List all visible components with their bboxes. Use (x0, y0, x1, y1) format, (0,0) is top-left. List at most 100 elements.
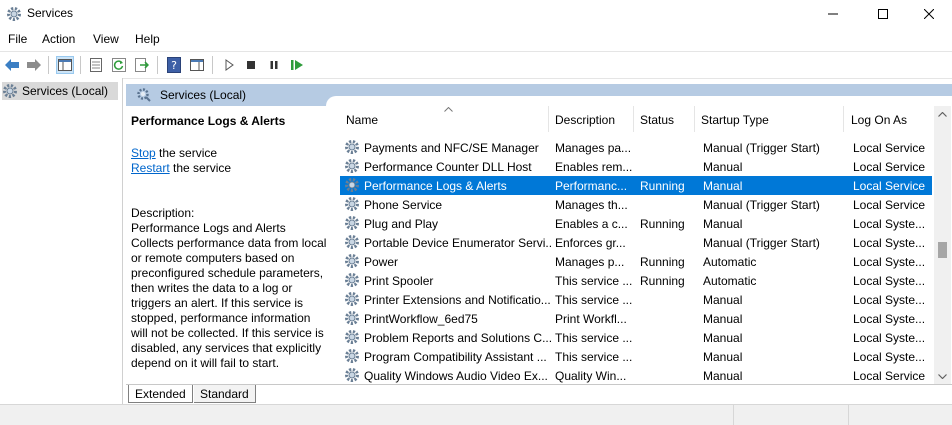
service-gear-icon (344, 253, 360, 272)
cell-name: Problem Reports and Solutions C... (364, 331, 552, 345)
refresh-icon[interactable] (110, 56, 128, 74)
cell-logon: Local Syste... (853, 217, 926, 231)
pane-header: Services (Local) (126, 84, 952, 106)
scroll-down-icon[interactable] (938, 372, 947, 381)
service-row[interactable]: Payments and NFC/SE Manager Manages pa...… (340, 138, 932, 157)
cell-logon: Local Syste... (853, 274, 926, 288)
tab-extended[interactable]: Extended (128, 385, 193, 403)
cell-startup: Manual (703, 331, 743, 345)
cell-logon: Local Service (853, 369, 926, 383)
restart-service-link[interactable]: Restart (131, 161, 170, 175)
menu-view[interactable]: View (93, 32, 119, 46)
cell-status: Running (640, 274, 685, 288)
back-arrow-icon[interactable] (3, 56, 21, 74)
view-tabs: Extended Standard (126, 384, 952, 405)
cell-name: Plug and Play (364, 217, 439, 231)
service-row[interactable]: Performance Counter DLL Host Enables rem.… (340, 157, 932, 176)
cell-logon: Local Service (853, 198, 926, 212)
cell-status: Running (640, 179, 685, 193)
show-hide-console-tree-icon[interactable] (56, 56, 74, 74)
service-row[interactable]: Problem Reports and Solutions C... This s… (340, 328, 932, 347)
cell-name: Printer Extensions and Notificatio... (364, 293, 551, 307)
cell-name: Quality Windows Audio Video Ex... (364, 369, 548, 383)
cell-description: Enforces gr... (555, 236, 626, 250)
start-service-icon[interactable] (220, 56, 238, 74)
tree-item-label: Services (Local) (22, 84, 109, 98)
cell-logon: Local Syste... (853, 350, 926, 364)
close-button[interactable] (906, 0, 952, 28)
service-gear-icon (344, 158, 360, 177)
menu-bar: File Action View Help (0, 28, 952, 50)
forward-arrow-icon[interactable] (25, 56, 43, 74)
stop-action: Stop the service (131, 146, 217, 160)
cell-description: This service ... (555, 331, 633, 345)
cell-description: Enables a c... (555, 217, 628, 231)
cell-startup: Manual (703, 369, 743, 383)
cell-logon: Local Service (853, 179, 926, 193)
cell-logon: Local Syste... (853, 312, 926, 326)
services-gear-icon (3, 84, 17, 98)
service-row[interactable]: Phone Service Manages th... Manual (Trigge… (340, 195, 932, 214)
cell-startup: Manual (703, 312, 743, 326)
cell-description: Print Workfl... (555, 312, 627, 326)
tab-standard[interactable]: Standard (194, 385, 256, 403)
description-text: Performance Logs and Alerts Collects per… (131, 221, 327, 370)
pause-service-icon[interactable] (265, 56, 283, 74)
column-header-startup-type[interactable]: Startup Type (695, 106, 844, 132)
cell-startup: Manual (703, 179, 743, 193)
service-row[interactable]: Program Compatibility Assistant ... This … (340, 347, 932, 366)
menu-action[interactable]: Action (42, 32, 75, 46)
scrollbar-thumb[interactable] (938, 242, 947, 258)
column-header-status[interactable]: Status (634, 106, 695, 132)
vertical-scrollbar[interactable] (934, 106, 951, 384)
selected-service-title: Performance Logs & Alerts (131, 114, 286, 128)
export-list-icon[interactable] (133, 56, 151, 74)
menu-file[interactable]: File (8, 32, 27, 46)
cell-description: Manages th... (555, 198, 628, 212)
cell-startup: Automatic (703, 255, 757, 269)
service-row[interactable]: Print Spooler This service ... Running Auto… (340, 271, 932, 290)
service-row[interactable]: Printer Extensions and Notificatio... Thi… (340, 290, 932, 309)
stop-service-link[interactable]: Stop (131, 146, 156, 160)
cell-name: Phone Service (364, 198, 443, 212)
cell-status: Running (640, 255, 685, 269)
service-row[interactable]: Quality Windows Audio Video Ex... Quality… (340, 366, 932, 384)
sort-ascending-icon (444, 106, 453, 114)
column-header-log-on-as[interactable]: Log On As (845, 106, 925, 132)
minimize-button[interactable] (810, 0, 856, 28)
restart-suffix: the service (169, 161, 232, 175)
cell-logon: Local Syste... (853, 293, 926, 307)
service-gear-icon (344, 177, 360, 196)
service-row[interactable]: Plug and Play Enables a c... Running Manual… (340, 214, 932, 233)
service-gear-icon (344, 329, 360, 348)
toolbar: ? (0, 51, 952, 79)
service-row[interactable]: Power Manages p... Running Automatic Local S… (340, 252, 932, 271)
cell-logon: Local Syste... (853, 236, 926, 250)
service-row[interactable]: Portable Device Enumerator Servi... Enfor… (340, 233, 932, 252)
services-gear-icon (6, 6, 22, 25)
cell-startup: Manual (703, 350, 743, 364)
show-action-pane-icon[interactable] (188, 56, 206, 74)
cell-logon: Local Service (853, 160, 926, 174)
tree-item-services-local[interactable]: Services (Local) (2, 82, 118, 100)
restart-service-icon[interactable] (288, 56, 306, 74)
service-row[interactable]: PrintWorkflow_6ed75 Print Workfl... Manual… (340, 309, 932, 328)
stop-service-icon[interactable] (242, 56, 260, 74)
services-search-icon (136, 87, 152, 106)
cell-description: Quality Win... (555, 369, 627, 383)
cell-description: Manages p... (555, 255, 625, 269)
help-icon[interactable]: ? (165, 56, 183, 74)
column-header-name[interactable]: Name (340, 106, 549, 132)
menu-help[interactable]: Help (135, 32, 160, 46)
window-title: Services (27, 6, 74, 20)
service-row[interactable]: Performance Logs & Alerts Performanc... Ru… (340, 176, 932, 195)
column-header-description[interactable]: Description (549, 106, 634, 132)
cell-startup: Manual (Trigger Start) (703, 236, 820, 250)
service-gear-icon (344, 367, 360, 384)
maximize-button[interactable] (860, 0, 906, 28)
cell-description: Enables rem... (555, 160, 633, 174)
cell-logon: Local Syste... (853, 331, 926, 345)
cell-name: Print Spooler (364, 274, 434, 288)
properties-icon[interactable] (87, 56, 105, 74)
scroll-up-icon[interactable] (938, 110, 947, 119)
